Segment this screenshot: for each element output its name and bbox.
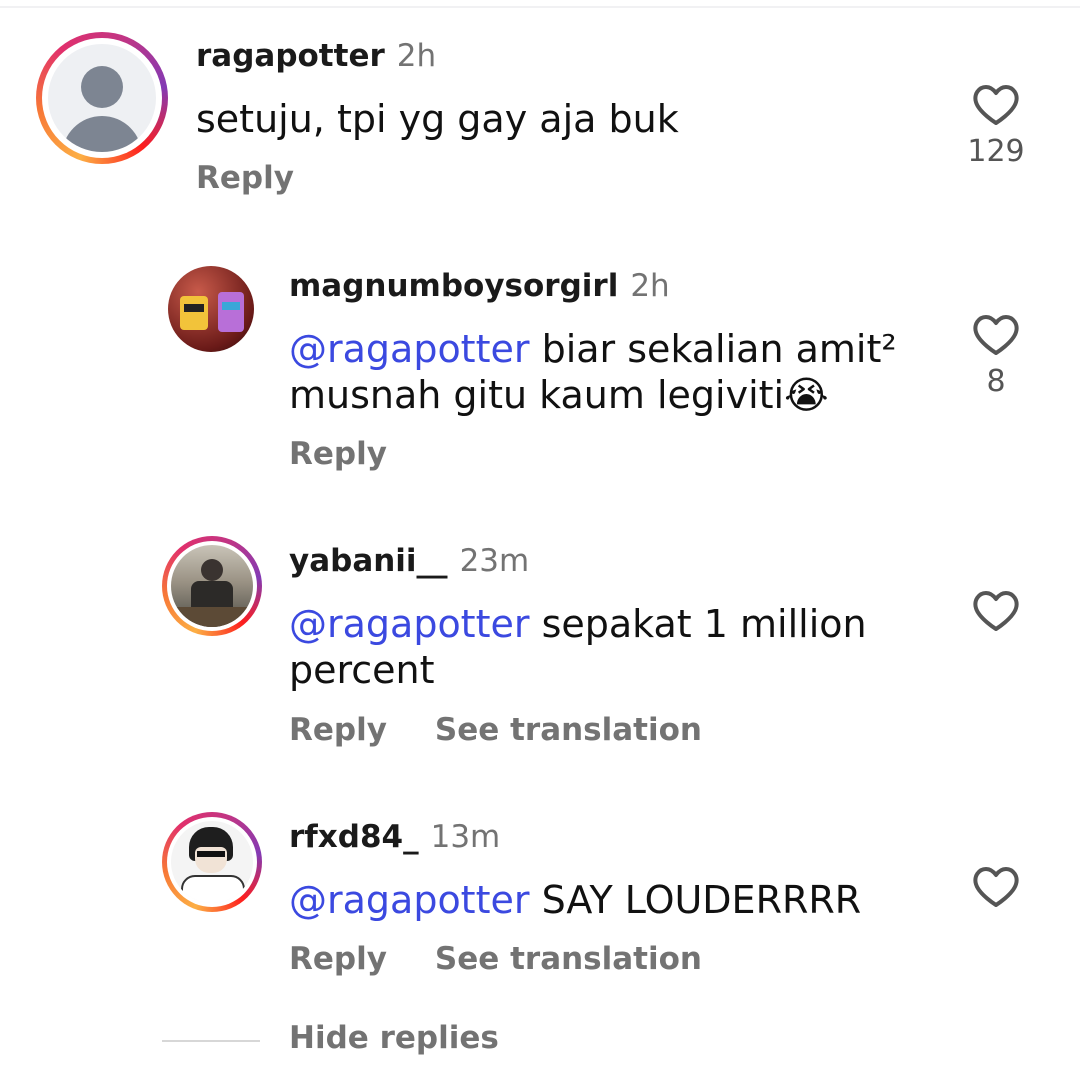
heart-icon <box>973 315 1019 355</box>
comment-text: @ragapotter SAY LOUDERRRR <box>289 878 862 922</box>
comment-text: @ragapotter biar sekalian amit² musnah g… <box>289 327 897 417</box>
timestamp: 23m <box>459 543 530 579</box>
username[interactable]: rfxd84_ <box>289 819 419 855</box>
hide-replies-divider <box>162 1040 260 1042</box>
mention-link[interactable]: @ragapotter <box>289 327 530 371</box>
avatar <box>167 541 257 631</box>
heart-icon <box>973 85 1019 125</box>
comment-text: setuju, tpi yg gay aja buk <box>196 97 679 141</box>
timestamp: 2h <box>396 38 437 74</box>
reply-button[interactable]: Reply <box>289 712 387 748</box>
like-button[interactable]: 129 <box>966 82 1026 169</box>
top-divider <box>0 6 1080 8</box>
reply-button[interactable]: Reply <box>289 941 387 977</box>
timestamp: 2h <box>630 268 670 304</box>
see-translation-button[interactable]: See translation <box>435 712 702 748</box>
username[interactable]: ragapotter <box>196 38 385 74</box>
avatar <box>167 817 257 907</box>
reply-button[interactable]: Reply <box>196 160 294 196</box>
username[interactable]: magnumboysorgirl <box>289 268 618 304</box>
hide-replies-button[interactable]: Hide replies <box>289 1020 499 1056</box>
like-button[interactable] <box>966 588 1026 632</box>
avatar-story-ring[interactable] <box>162 536 262 636</box>
mention-link[interactable]: @ragapotter <box>289 602 530 646</box>
heart-icon <box>973 591 1019 631</box>
username[interactable]: yabanii__ <box>289 543 448 579</box>
avatar[interactable] <box>168 266 254 352</box>
heart-icon <box>973 867 1019 907</box>
mention-link[interactable]: @ragapotter <box>289 878 530 922</box>
see-translation-button[interactable]: See translation <box>435 941 702 977</box>
like-button[interactable] <box>966 864 1026 908</box>
like-button[interactable]: 8 <box>966 312 1026 399</box>
reply-button[interactable]: Reply <box>289 436 387 472</box>
avatar-story-ring[interactable] <box>162 812 262 912</box>
like-count: 129 <box>967 134 1025 169</box>
avatar <box>42 38 162 158</box>
comment-text: @ragapotter sepakat 1 million percent <box>289 602 867 692</box>
default-avatar-icon <box>48 44 156 152</box>
like-count: 8 <box>986 364 1006 399</box>
avatar-story-ring[interactable] <box>36 32 168 164</box>
timestamp: 13m <box>430 819 501 855</box>
